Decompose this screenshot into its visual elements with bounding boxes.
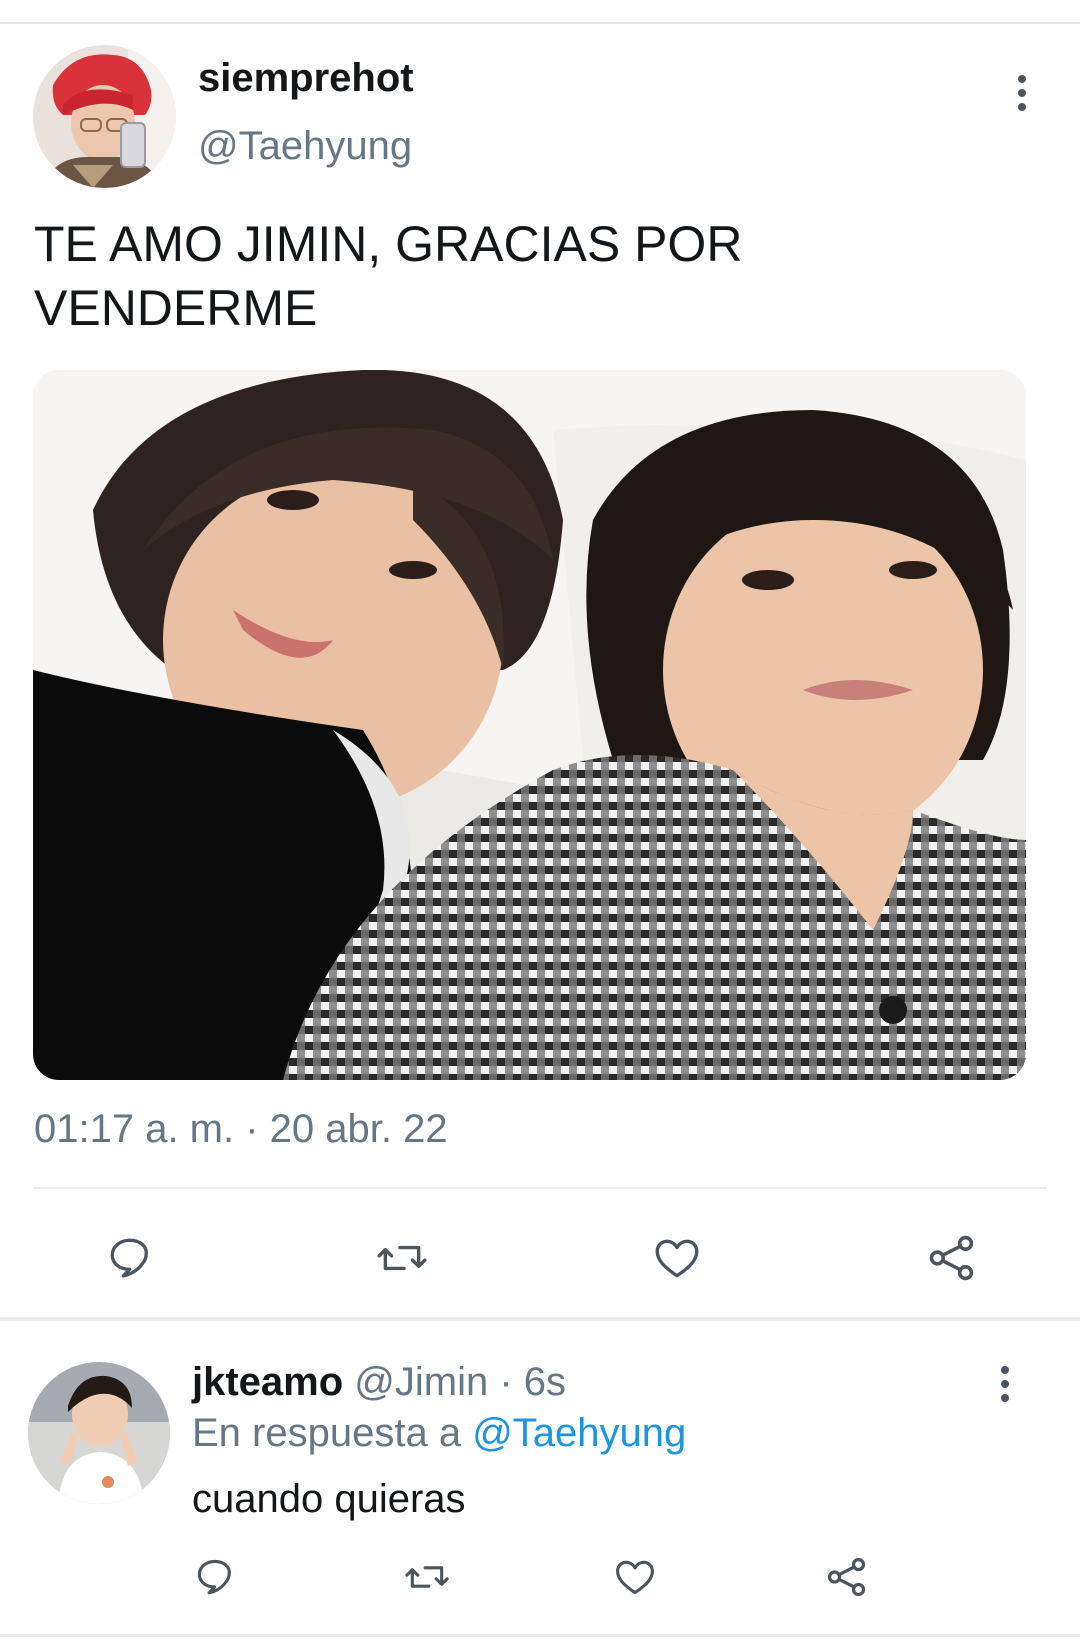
author-avatar[interactable]: [33, 45, 176, 188]
more-dot-icon: [1018, 75, 1026, 83]
more-dot-icon: [1018, 89, 1026, 97]
share-icon: [929, 1235, 974, 1281]
more-options-button[interactable]: [1002, 63, 1042, 123]
reply-icon: [110, 1238, 148, 1278]
author-handle[interactable]: @Taehyung: [198, 124, 412, 169]
reply-header: jkteamo @Jimin · 6s: [192, 1360, 566, 1405]
more-dot-icon: [1018, 103, 1026, 111]
share-icon: [827, 1557, 866, 1597]
like-icon: [616, 1560, 654, 1595]
in-reply-to-label: En respuesta a: [192, 1411, 473, 1455]
reply-text: cuando quieras: [192, 1477, 466, 1521]
reply-display-name[interactable]: jkteamo: [192, 1360, 343, 1404]
reply-share-button[interactable]: [822, 1552, 872, 1602]
reply-author-avatar[interactable]: [28, 1362, 170, 1504]
retweet-button[interactable]: [372, 1228, 432, 1288]
reply-button[interactable]: [100, 1228, 160, 1288]
reply-reply-button[interactable]: [190, 1552, 240, 1602]
tweet-photo[interactable]: [33, 370, 1026, 1080]
bottom-divider: [0, 1634, 1080, 1637]
divider: [33, 1187, 1047, 1189]
in-reply-to: En respuesta a @Taehyung: [192, 1411, 686, 1456]
reply-handle-time: @Jimin · 6s: [354, 1360, 567, 1404]
share-button[interactable]: [922, 1228, 982, 1288]
more-dot-icon: [1001, 1394, 1009, 1402]
reply-retweet-button[interactable]: [400, 1552, 454, 1602]
reply-like-button[interactable]: [610, 1552, 660, 1602]
retweet-icon: [405, 1566, 449, 1588]
like-button[interactable]: [647, 1228, 707, 1288]
more-dot-icon: [1001, 1366, 1009, 1374]
reply-more-options-button[interactable]: [985, 1354, 1025, 1414]
tweet-text: TE AMO JIMIN, GRACIAS POR VENDERME: [34, 216, 743, 336]
section-divider: [0, 1317, 1080, 1321]
reply-icon: [197, 1559, 231, 1595]
like-icon: [655, 1239, 699, 1278]
author-display-name[interactable]: siemprehot: [198, 56, 414, 101]
more-dot-icon: [1001, 1380, 1009, 1388]
top-divider: [0, 22, 1080, 24]
in-reply-to-link[interactable]: @Taehyung: [472, 1411, 686, 1455]
tweet-timestamp: 01:17 a. m. · 20 abr. 22: [34, 1107, 448, 1151]
retweet-icon: [377, 1245, 427, 1271]
